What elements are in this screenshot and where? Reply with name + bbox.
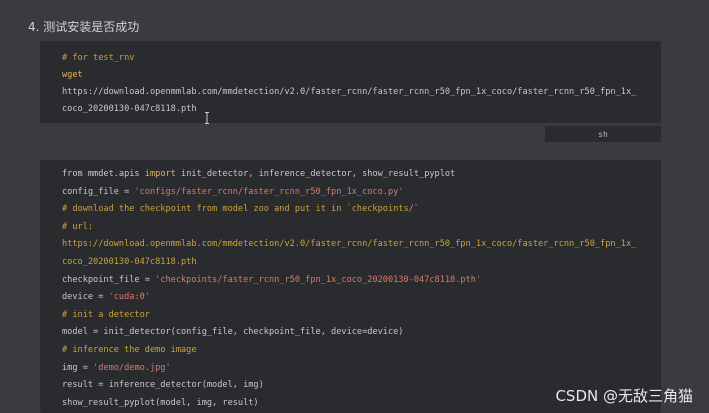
code-token: coco_20200130-047c8118.pth	[62, 257, 197, 267]
code-line: # download the checkpoint from model zoo…	[62, 203, 419, 215]
code-token: init_detector, inference_detector, show_…	[175, 169, 456, 179]
code-line: wget	[62, 70, 83, 80]
section-heading: 4. 测试安装是否成功	[28, 20, 140, 34]
code-line: https://download.openmmlab.com/mmdetecti…	[62, 87, 637, 97]
code-line: # inference the demo image	[62, 344, 197, 356]
code-token: from mmdet.apis	[62, 169, 145, 179]
code-line: device = 'cuda:0'	[62, 291, 150, 303]
code-line: config_file = 'configs/faster_rcnn/faste…	[62, 186, 403, 198]
code-token: config_file =	[62, 186, 135, 197]
code-line: checkpoint_file = 'checkpoints/faster_rc…	[62, 274, 481, 286]
code-token: show_result_pyplot(model, img, result)	[62, 397, 259, 408]
code-token: 'checkpoints/faster_rcnn_r50_fpn_1x_coco…	[155, 274, 482, 285]
code-language-tag: sh	[545, 126, 661, 142]
code-line: from mmdet.apis import init_detector, in…	[62, 168, 455, 180]
code-token: # download the checkpoint from model zoo…	[62, 204, 419, 215]
code-line: https://download.openmmlab.com/mmdetecti…	[62, 238, 636, 250]
code-line: # for test_rnv	[62, 53, 135, 63]
code-token: # init a detector	[62, 309, 150, 320]
code-token: img =	[62, 362, 94, 373]
code-token: result = inference_detector(model, img)	[62, 380, 264, 391]
code-line: # url:	[62, 221, 93, 233]
code-line: model = init_detector(config_file, check…	[62, 326, 403, 338]
code-line: img = 'demo/demo.jpg'	[62, 362, 171, 374]
code-token: # url:	[62, 221, 94, 232]
code-token: 'cuda:0'	[108, 292, 150, 303]
code-token: 'configs/faster_rcnn/faster_rcnn_r50_fpn…	[134, 186, 404, 197]
code-token: https://download.openmmlab.com/mmdetecti…	[62, 239, 637, 250]
code-line: result = inference_detector(model, img)	[62, 379, 264, 391]
code-token: # inference the demo image	[62, 345, 197, 355]
code-block-shell[interactable]: # for test_rnvwget https://download.openm…	[40, 41, 661, 123]
text-cursor-icon	[205, 112, 209, 124]
code-line: # init a detector	[62, 309, 150, 321]
code-token: model = init_detector(config_file, check…	[62, 327, 404, 338]
csdn-watermark: CSDN @无敌三角猫	[555, 387, 693, 405]
code-token: checkpoint_file =	[62, 274, 156, 285]
code-line: show_result_pyplot(model, img, result)	[62, 397, 259, 409]
code-token: device =	[62, 292, 109, 303]
code-block-python[interactable]: from mmdet.apis import init_detector, in…	[40, 160, 661, 413]
code-token: import	[144, 169, 176, 179]
code-line: coco_20200130-047c8118.pth	[62, 104, 197, 114]
code-line: coco_20200130-047c8118.pth	[62, 256, 197, 268]
code-token: 'demo/demo.jpg'	[93, 362, 171, 373]
